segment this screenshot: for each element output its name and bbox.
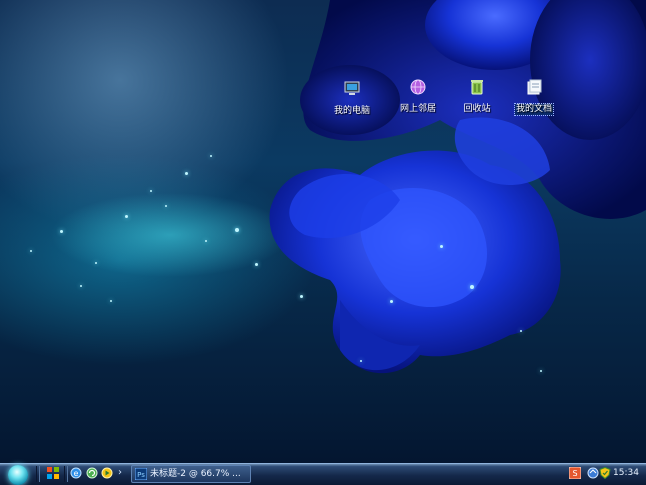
recycle-bin-icon <box>471 80 483 95</box>
media-player-icon[interactable] <box>101 467 113 479</box>
documents-icon <box>527 79 542 95</box>
taskbar-clock[interactable]: 15:34 <box>613 467 639 479</box>
desktop-icon-label: 网上邻居 <box>399 104 436 114</box>
sogou-input-icon[interactable]: S <box>569 467 581 479</box>
refresh-icon[interactable] <box>86 467 98 479</box>
svg-text:e: e <box>74 469 79 478</box>
taskbar-task-photoshop[interactable]: Ps 未标题-2 @ 66.7% ... <box>131 465 251 483</box>
svg-text:S: S <box>572 469 577 478</box>
desktop-icon-network[interactable]: 网上邻居 <box>390 78 446 115</box>
desktop-icon-my-computer[interactable]: 我的电脑 <box>324 80 380 117</box>
blue-rose-wallpaper <box>269 0 646 374</box>
ie-browser-icon[interactable]: e <box>70 467 82 479</box>
svg-text:Ps: Ps <box>137 471 145 479</box>
desktop-icon-recycle-bin[interactable]: 回收站 <box>449 78 505 115</box>
desktop-icon-label: 我的电脑 <box>333 106 370 116</box>
taskbar-separator <box>36 466 40 482</box>
windows-logo-icon[interactable] <box>46 466 60 480</box>
start-button[interactable] <box>8 465 28 485</box>
network-status-icon[interactable] <box>587 467 599 479</box>
network-icon <box>410 79 426 95</box>
desktop-icon-label: 我的文档 <box>513 103 555 116</box>
computer-icon <box>344 81 360 95</box>
desktop-icon-my-documents[interactable]: 我的文档 <box>506 78 562 116</box>
quick-launch-expand-arrow[interactable]: › <box>118 467 122 483</box>
photoshop-icon: Ps <box>135 468 147 480</box>
taskbar-separator <box>64 466 68 482</box>
shield-icon[interactable] <box>599 467 611 479</box>
desktop-wallpaper <box>0 0 646 463</box>
desktop-icon-label: 回收站 <box>463 104 491 114</box>
task-label: 未标题-2 @ 66.7% ... <box>150 469 241 479</box>
